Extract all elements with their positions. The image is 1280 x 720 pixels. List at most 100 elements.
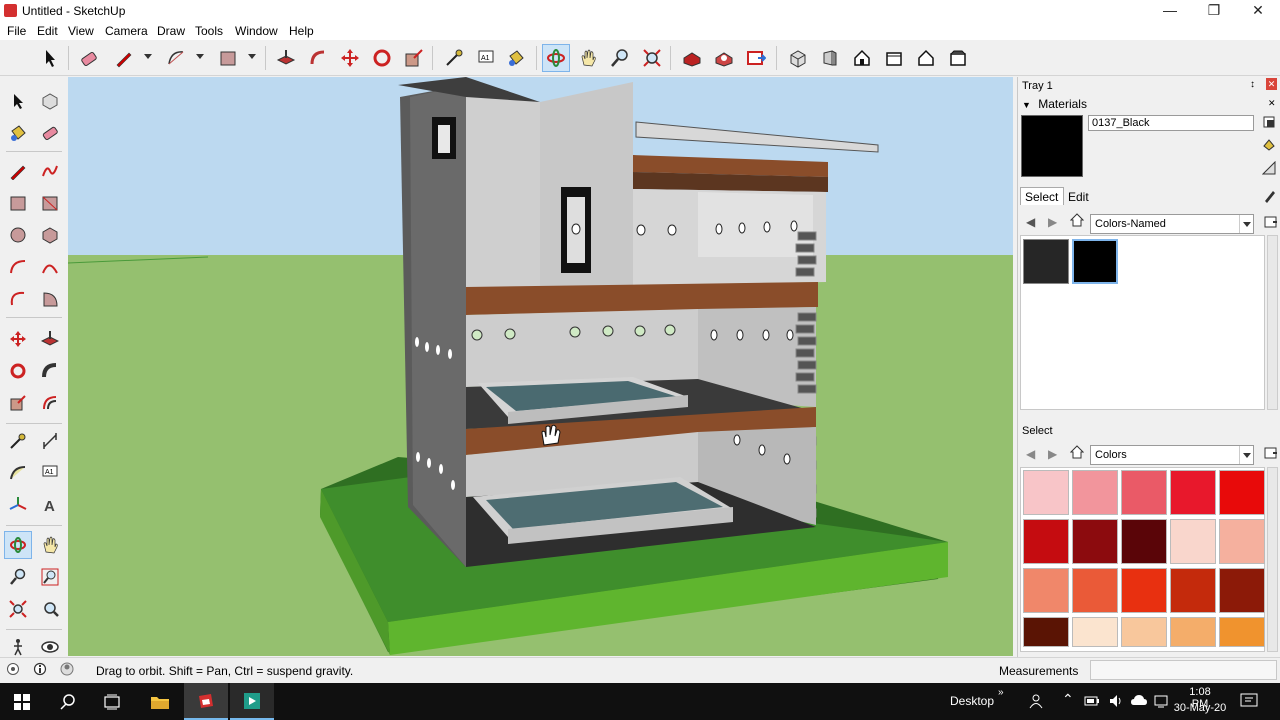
select-icon[interactable] [36,44,64,72]
arc-dropdown-icon[interactable] [196,54,204,59]
circle-icon[interactable] [4,221,32,249]
info-icon[interactable] [33,662,47,676]
color-swatch[interactable] [1121,519,1167,564]
dimension-icon[interactable] [36,427,64,455]
text-icon[interactable]: A1 [472,44,500,72]
sample-paint-icon[interactable] [1263,187,1277,203]
close-button[interactable]: ✕ [1236,0,1280,22]
swatch-black[interactable] [1072,239,1118,284]
menu-draw[interactable]: Draw [157,24,185,38]
zoom-window-icon[interactable] [36,563,64,591]
back-view-icon[interactable] [912,44,940,72]
desktop-toolbar-label[interactable]: Desktop [950,694,994,708]
back-arrow-icon[interactable]: ◀ [1026,447,1035,461]
color-swatch[interactable] [1023,470,1069,515]
measurements-input[interactable] [1090,660,1277,680]
recorder-taskbar-icon[interactable] [230,683,274,720]
select-icon[interactable] [4,87,32,115]
materials-close-icon[interactable]: ✕ [1268,98,1276,109]
color-swatch[interactable] [1072,617,1118,647]
home-icon[interactable] [1069,445,1085,459]
color-swatch[interactable] [1121,470,1167,515]
color-swatch[interactable] [1072,519,1118,564]
menu-help[interactable]: Help [289,24,314,38]
task-view-icon[interactable] [90,683,134,720]
color-swatch[interactable] [1170,568,1216,613]
paint-bucket-icon[interactable] [4,119,32,147]
menu-view[interactable]: View [68,24,94,38]
notifications-icon[interactable] [1240,692,1258,710]
forward-arrow-icon[interactable]: ▶ [1048,215,1057,229]
geo-location-icon[interactable] [6,662,20,676]
back-arrow-icon[interactable]: ◀ [1026,215,1035,229]
freehand-icon[interactable] [36,157,64,185]
tray-close-icon[interactable]: ✕ [1266,78,1277,90]
three-point-arc-icon[interactable] [4,285,32,313]
eraser-icon[interactable] [75,44,103,72]
follow-me-icon[interactable] [304,44,332,72]
protractor-icon[interactable] [4,459,32,487]
color-swatch[interactable] [1121,617,1167,647]
home-icon[interactable] [1069,213,1085,227]
push-pull-icon[interactable] [272,44,300,72]
zoom-icon[interactable] [4,563,32,591]
send-to-layout-icon[interactable] [742,44,770,72]
paint-bucket-icon[interactable] [502,44,530,72]
tab-select[interactable]: Select [1020,187,1064,205]
scrollbar-bottom[interactable] [1267,467,1278,652]
color-swatch[interactable] [1170,470,1216,515]
network-icon[interactable] [1154,693,1170,709]
previous-view-icon[interactable] [36,595,64,623]
polygon-icon[interactable] [36,221,64,249]
color-swatch[interactable] [1023,617,1069,647]
tray-pin-icon[interactable]: ↕ [1250,79,1255,90]
menu-edit[interactable]: Edit [37,24,58,38]
pencil-dropdown-icon[interactable] [144,54,152,59]
create-material-icon[interactable] [1262,137,1276,151]
left-view-icon[interactable] [944,44,972,72]
pencil-icon[interactable] [4,157,32,185]
move-icon[interactable] [336,44,364,72]
two-point-arc-icon[interactable] [36,253,64,281]
maximize-button[interactable]: ❐ [1192,0,1236,22]
zoom-extents-icon[interactable] [4,595,32,623]
right-view-icon[interactable] [816,44,844,72]
top-view-icon[interactable] [880,44,908,72]
offset-icon[interactable] [36,389,64,417]
battery-icon[interactable] [1084,695,1100,707]
user-icon[interactable] [60,662,74,676]
volume-icon[interactable] [1108,693,1124,709]
rectangle-icon[interactable] [214,44,242,72]
color-swatch[interactable] [1170,519,1216,564]
orbit-icon[interactable] [4,531,32,559]
collapse-triangle-icon[interactable]: ▼ [1022,100,1031,110]
menu-file[interactable]: File [7,24,26,38]
toolbar-expand-icon[interactable]: » [998,687,1004,698]
display-secondary-icon[interactable] [1262,115,1276,129]
pie-icon[interactable] [36,285,64,313]
minimize-button[interactable]: — [1148,0,1192,22]
iso-view-icon[interactable] [784,44,812,72]
arc-icon[interactable] [4,253,32,281]
shape-dropdown-icon[interactable] [248,54,256,59]
axes-icon[interactable] [4,491,32,519]
house-model-scene[interactable] [68,77,1013,656]
details-icon[interactable] [1264,215,1278,229]
scale-icon[interactable] [4,389,32,417]
arc-icon[interactable] [162,44,190,72]
zoom-icon[interactable] [606,44,634,72]
tape-measure-icon[interactable] [4,427,32,455]
follow-me-icon[interactable] [36,357,64,385]
rotated-rectangle-icon[interactable] [36,189,64,217]
color-swatch[interactable] [1121,568,1167,613]
menu-window[interactable]: Window [235,24,278,38]
scrollbar-top[interactable] [1267,235,1278,410]
show-hidden-icons[interactable]: ⌃ [1062,691,1074,708]
swatch-dark-gray[interactable] [1023,239,1069,284]
pencil-icon[interactable] [110,44,138,72]
color-swatch[interactable] [1219,568,1265,613]
extension-warehouse-icon[interactable] [710,44,738,72]
model-viewport[interactable] [68,77,1013,656]
rotate-icon[interactable] [4,357,32,385]
zoom-extents-icon[interactable] [638,44,666,72]
